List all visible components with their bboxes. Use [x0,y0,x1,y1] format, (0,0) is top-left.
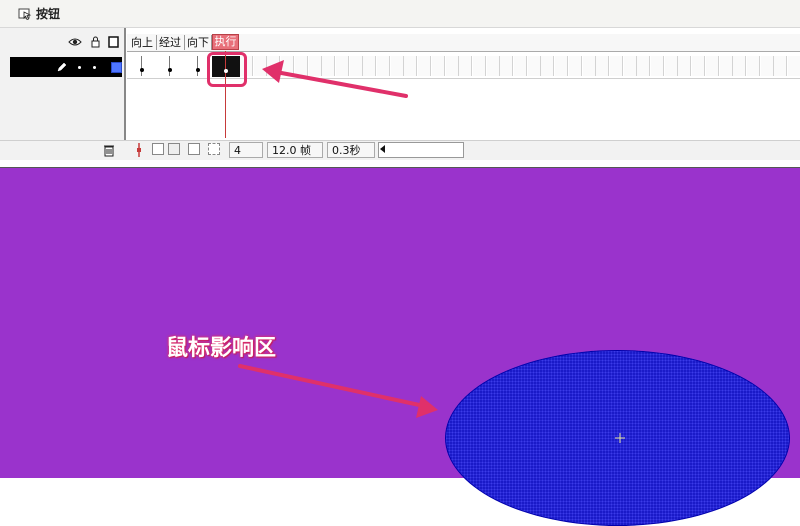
center-frame-icon[interactable] [134,142,144,158]
frame-label-up[interactable]: 向上 [129,35,157,50]
registration-point-icon [615,433,625,443]
onion-skin-icon[interactable] [152,143,164,155]
edit-multiple-frames-icon[interactable] [188,143,200,155]
frame-cell[interactable] [404,56,418,76]
trash-icon[interactable] [102,143,116,157]
frame-cell[interactable] [459,56,473,76]
layer-outline-color[interactable] [111,62,122,73]
frame-cell[interactable] [267,56,281,76]
highlight-box [207,52,247,87]
horizontal-scrollbar[interactable] [378,142,464,158]
frame-cell[interactable] [582,56,596,76]
frame-cell[interactable] [418,56,432,76]
current-frame-field: 4 [229,142,263,158]
frame-cell[interactable] [746,56,760,76]
frame-cell[interactable] [609,56,623,76]
scroll-left-arrow-icon[interactable] [380,145,385,153]
frame-cell[interactable] [555,56,569,76]
keyframe-over[interactable] [157,56,172,76]
frame-cell[interactable] [308,56,322,76]
eye-icon [68,38,82,46]
elapsed-time-field: 0.3秒 [327,142,375,158]
frame-cell[interactable] [637,56,651,76]
frame-cell[interactable] [596,56,610,76]
frame-cell[interactable] [651,56,664,76]
frame-label-down[interactable]: 向下 [185,35,212,50]
frame-cell[interactable] [527,56,541,76]
frame-cell[interactable] [431,56,445,76]
frame-cell[interactable] [788,56,800,76]
frame-cell[interactable] [253,56,267,76]
frame-cell[interactable] [541,56,555,76]
visibility-dot[interactable] [78,66,81,69]
frame-cell[interactable] [705,56,719,76]
frame-cell[interactable] [363,56,377,76]
frame-cell[interactable] [335,56,349,76]
frame-cell[interactable] [500,56,514,76]
lock-icon [91,36,100,48]
onion-skin-outline-icon[interactable] [168,143,180,155]
frame-cell[interactable] [568,56,582,76]
modify-onion-markers-icon[interactable] [208,143,220,155]
keyframe-up[interactable] [129,56,144,76]
frame-cell[interactable] [472,56,486,76]
outline-icon [108,36,119,48]
scene-label[interactable]: 按钮 [36,5,60,22]
frame-cell[interactable] [322,56,336,76]
frame-cell[interactable] [349,56,363,76]
frame-cell[interactable] [719,56,733,76]
frame-cell[interactable] [774,56,788,76]
frame-cell[interactable] [623,56,637,76]
frame-cell[interactable] [760,56,774,76]
frame-cell[interactable] [294,56,308,76]
frame-cell[interactable] [281,56,295,76]
scene-header [0,0,800,28]
pencil-icon [57,62,67,72]
frame-cell[interactable] [733,56,747,76]
frame-cell[interactable] [486,56,500,76]
button-symbol-icon [18,8,32,20]
frame-cell[interactable] [692,56,706,76]
frame-cell[interactable] [664,56,678,76]
layer-header-icons [68,36,119,48]
frame-cell[interactable] [445,56,459,76]
lock-dot[interactable] [93,66,96,69]
frame-label-over[interactable]: 经过 [157,35,185,50]
frame-cell[interactable] [377,56,390,76]
keyframe-down[interactable] [185,56,200,76]
frame-cell[interactable] [390,56,404,76]
annotation-label: 鼠标影响区 [166,336,277,361]
frame-rate-field[interactable]: 12.0 帧 [267,142,323,158]
frame-cell[interactable] [514,56,527,76]
frame-label-hit[interactable]: 执行 [212,34,239,50]
frame-cell[interactable] [678,56,692,76]
